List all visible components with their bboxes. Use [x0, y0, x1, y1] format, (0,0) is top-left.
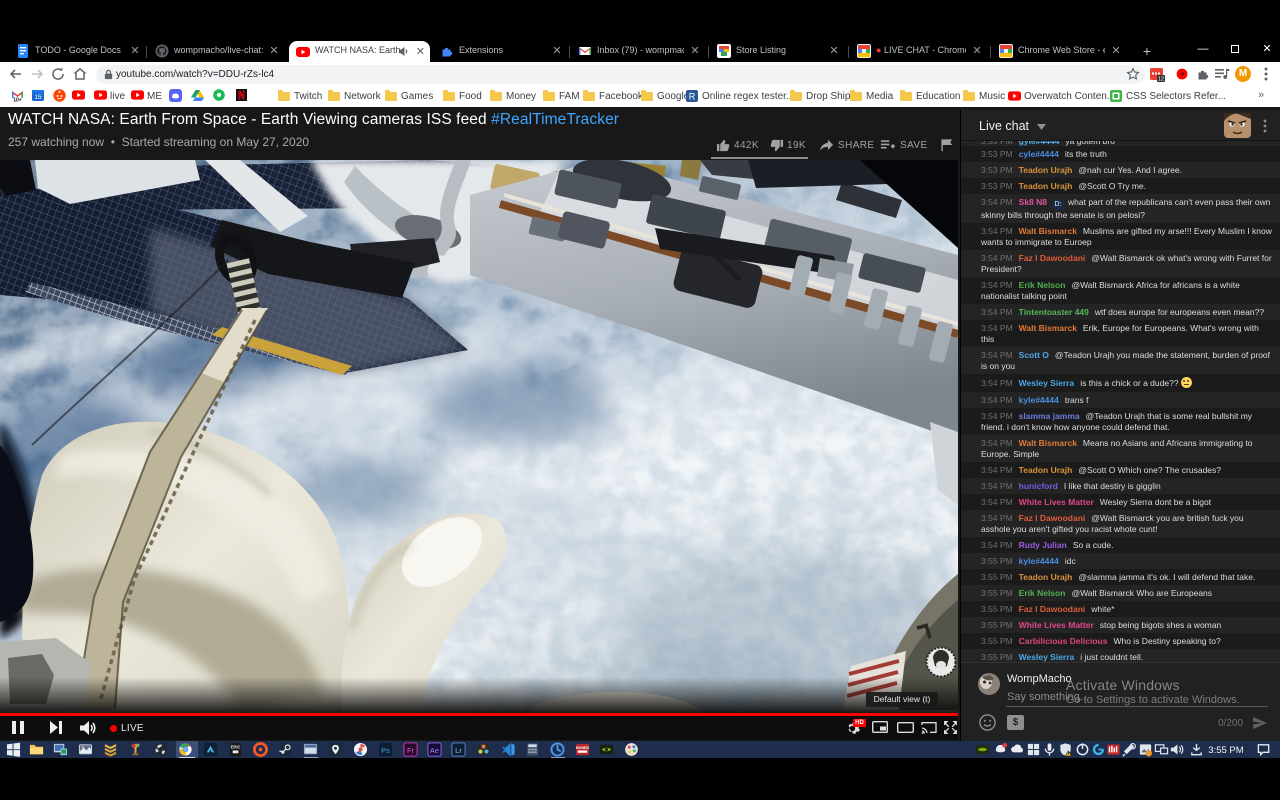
svg-text:Lr: Lr: [455, 746, 462, 755]
svg-text:Ae: Ae: [430, 746, 439, 755]
svg-text:R: R: [689, 92, 696, 102]
svg-text:Ps: Ps: [381, 746, 390, 755]
svg-text:10+: 10+: [13, 98, 22, 103]
svg-text:HONED: HONED: [576, 746, 590, 750]
svg-text:12: 12: [1158, 77, 1164, 83]
svg-text:Fr: Fr: [407, 746, 415, 755]
svg-text:EPIC: EPIC: [231, 745, 241, 750]
svg-text:15: 15: [34, 94, 42, 101]
